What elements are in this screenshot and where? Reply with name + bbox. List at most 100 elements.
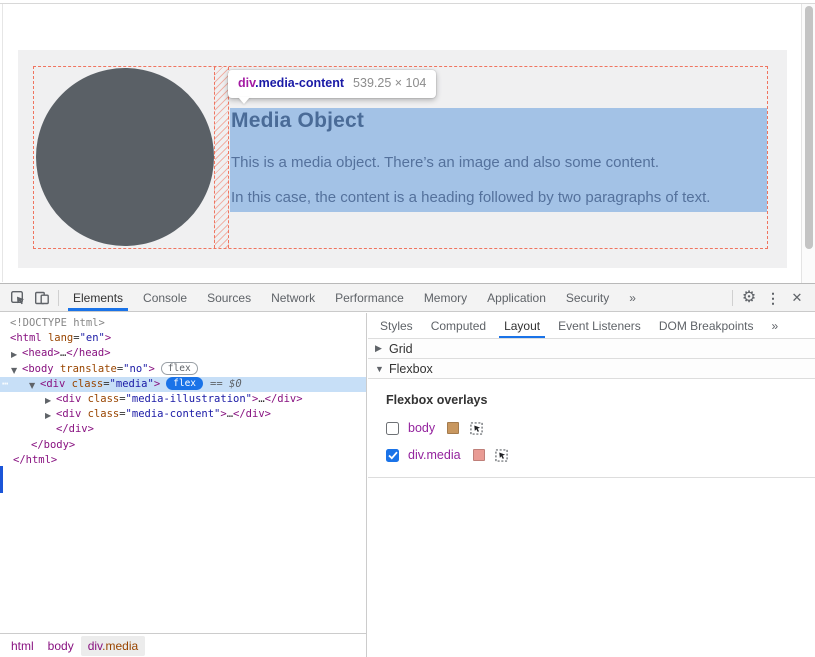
expand-arrow-down-icon[interactable]: ▼ <box>29 378 35 393</box>
tab-sources[interactable]: Sources <box>197 284 261 311</box>
overlay-color-swatch-div-media[interactable] <box>473 449 485 461</box>
tree-row-body[interactable]: ▼<body translate="no">flex <box>0 362 366 377</box>
code-segment: class <box>88 393 120 405</box>
settings-gear-icon[interactable]: ⚙ <box>737 286 761 310</box>
kebab-menu-icon[interactable]: ⋮ <box>761 286 785 310</box>
devtools-main: <!DOCTYPE html><html lang="en">▶<head>…<… <box>0 313 815 657</box>
page-scrollbar[interactable] <box>801 4 815 283</box>
code-segment: class <box>88 408 120 420</box>
crumb-div-media[interactable]: div.media <box>81 636 145 656</box>
overlay-row-body: body <box>386 420 815 436</box>
browser-window: Media Object This is a media object. The… <box>0 0 815 656</box>
tooltip-class: .media-content <box>255 76 344 90</box>
tab-memory[interactable]: Memory <box>414 284 477 311</box>
expand-arrow-down-icon[interactable]: ▼ <box>11 363 17 378</box>
devtools-toolbar: ElementsConsoleSourcesNetworkPerformance… <box>0 284 815 312</box>
overlay-checkbox-body[interactable] <box>386 422 399 435</box>
code-segment: </head> <box>66 347 110 359</box>
expand-arrow-right-icon[interactable]: ▶ <box>11 347 17 362</box>
elements-dom-panel: <!DOCTYPE html><html lang="en">▶<head>…<… <box>0 313 367 657</box>
tab-more-icon[interactable]: » <box>619 284 646 311</box>
tree-row-close-body[interactable]: </body> <box>0 438 366 453</box>
tree-row-close-div[interactable]: </div> <box>0 422 366 437</box>
sidebar-divider <box>368 477 815 478</box>
code-segment: <!DOCTYPE html> <box>10 317 105 329</box>
sidebar-tab-layout[interactable]: Layout <box>495 313 549 338</box>
tab-security[interactable]: Security <box>556 284 619 311</box>
crumb-body[interactable]: body <box>41 636 81 656</box>
code-segment: "media-content" <box>126 408 221 420</box>
media-illustration-circle <box>36 68 214 246</box>
page-preview: Media Object This is a media object. The… <box>0 0 815 283</box>
expand-arrow-right-icon[interactable]: ▶ <box>45 393 51 408</box>
tab-network[interactable]: Network <box>261 284 325 311</box>
media-paragraph-2: In this case, the content is a heading f… <box>231 189 710 206</box>
crumb-html[interactable]: html <box>4 636 41 656</box>
sidebar-tab-computed[interactable]: Computed <box>422 313 495 338</box>
sidebar-tab-styles[interactable]: Styles <box>371 313 422 338</box>
crumb-part: html <box>11 639 34 653</box>
overlay-color-swatch-body[interactable] <box>447 422 459 434</box>
select-element-icon[interactable] <box>495 448 509 462</box>
code-segment: > <box>105 332 111 344</box>
dom-tree: <!DOCTYPE html><html lang="en">▶<head>…<… <box>0 313 366 633</box>
scrollbar-thumb[interactable] <box>805 6 813 249</box>
flex-badge-inactive[interactable]: flex <box>161 362 198 375</box>
code-segment: translate <box>60 363 117 375</box>
sidebar-tab-more-icon[interactable]: » <box>763 313 788 338</box>
device-toolbar-icon[interactable] <box>30 286 54 310</box>
overlay-checkbox-div-media[interactable] <box>386 449 399 462</box>
code-segment: </div> <box>265 393 303 405</box>
code-segment: </div> <box>233 408 271 420</box>
code-segment: <head> <box>22 347 60 359</box>
flex-badge-active[interactable]: flex <box>166 377 203 390</box>
code-segment: "media" <box>110 378 154 390</box>
scroll-position-mark <box>0 466 3 493</box>
select-element-icon[interactable] <box>469 421 483 435</box>
dollar-zero-hint: == $0 <box>210 378 242 390</box>
sidebar-tab-dom-breakpoints[interactable]: DOM Breakpoints <box>650 313 763 338</box>
tab-performance[interactable]: Performance <box>325 284 414 311</box>
toolbar-separator <box>58 290 59 306</box>
inspect-element-icon[interactable] <box>6 286 30 310</box>
code-segment: lang <box>48 332 73 344</box>
page-left-edge <box>2 4 3 282</box>
layout-sections: ▶Grid▼Flexbox <box>368 339 815 379</box>
code-segment: "no" <box>123 363 148 375</box>
sidebar-tab-event-listeners[interactable]: Event Listeners <box>549 313 650 338</box>
section-flexbox[interactable]: ▼Flexbox <box>368 359 815 379</box>
tree-row-doctype[interactable]: <!DOCTYPE html> <box>0 316 366 331</box>
tree-row-div-media-illustration[interactable]: ▶<div class="media-illustration">…</div> <box>0 392 366 407</box>
section-label: Flexbox <box>389 362 433 376</box>
code-segment: </html> <box>13 454 57 466</box>
overlay-element-link-body[interactable]: body <box>408 421 435 435</box>
crumb-part: div <box>88 639 102 653</box>
section-grid[interactable]: ▶Grid <box>368 339 815 359</box>
tree-row-html[interactable]: <html lang="en"> <box>0 331 366 346</box>
tab-console[interactable]: Console <box>133 284 197 311</box>
tree-row-head[interactable]: ▶<head>…</head> <box>0 346 366 361</box>
flex-gap-hatching <box>214 67 229 248</box>
window-top-divider <box>0 3 815 4</box>
flexbox-overlays-title: Flexbox overlays <box>386 393 815 407</box>
code-segment: "en" <box>80 332 105 344</box>
media-illustration-region <box>34 67 214 248</box>
overlay-element-link-div-media[interactable]: div.media <box>408 448 461 462</box>
code-segment: "media-illustration" <box>126 393 252 405</box>
tree-row-div-media-content[interactable]: ▶<div class="media-content">…</div> <box>0 407 366 422</box>
section-arrow-right-icon[interactable]: ▶ <box>375 343 389 354</box>
code-segment: </div> <box>56 423 94 435</box>
flexbox-overlay-list: body div.media <box>386 420 815 463</box>
tab-elements[interactable]: Elements <box>63 284 133 311</box>
media-heading: Media Object <box>231 109 364 133</box>
row-overflow-dots[interactable]: ⋯ <box>2 377 9 392</box>
tooltip-dimensions: 539.25 × 104 <box>353 76 426 90</box>
toolbar-separator-right <box>732 290 733 306</box>
tree-row-close-html[interactable]: </html> <box>0 453 366 468</box>
tree-row-div-media[interactable]: ⋯▼<div class="media">flex== $0 <box>0 377 366 392</box>
tab-application[interactable]: Application <box>477 284 556 311</box>
expand-arrow-right-icon[interactable]: ▶ <box>45 408 51 423</box>
inspect-tooltip: div.media-content539.25 × 104 <box>228 70 436 98</box>
section-arrow-down-icon[interactable]: ▼ <box>375 364 389 374</box>
close-devtools-icon[interactable]: ✕ <box>785 286 809 310</box>
